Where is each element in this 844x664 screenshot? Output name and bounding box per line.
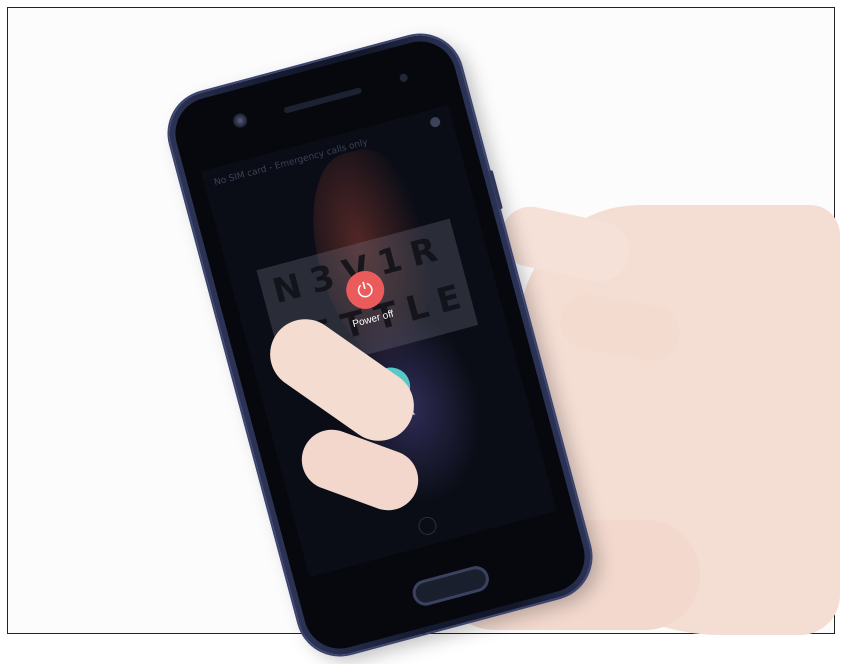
home-button[interactable] [409, 563, 492, 609]
nav-indicator [416, 514, 439, 537]
earpiece-speaker [283, 87, 363, 114]
front-camera [231, 111, 249, 130]
power-icon[interactable]: ⏻ [341, 266, 389, 314]
phone-body: No SIM card - Emergency calls only N3V1R… [160, 26, 600, 664]
photo-scene: No SIM card - Emergency calls only N3V1R… [0, 0, 844, 664]
phone-front: No SIM card - Emergency calls only N3V1R… [167, 33, 593, 657]
status-icon [429, 115, 442, 129]
proximity-sensor [398, 72, 409, 83]
